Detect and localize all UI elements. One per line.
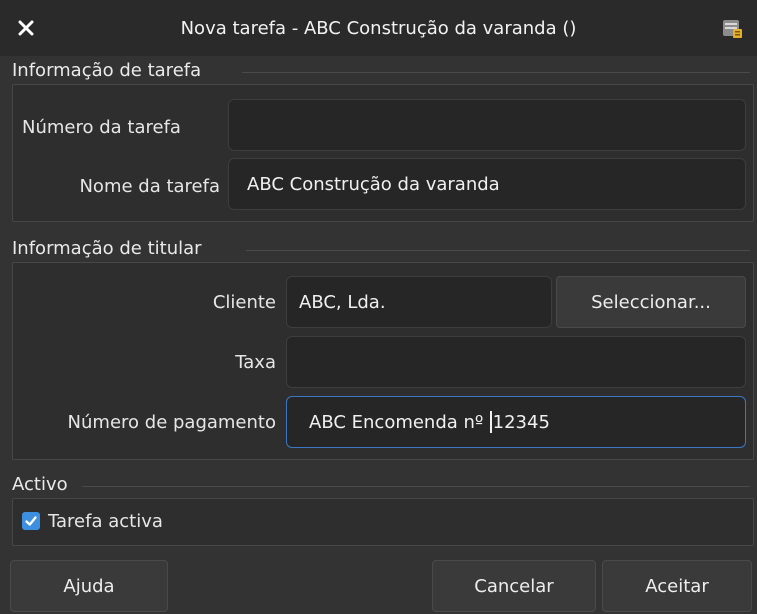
rate-label: Taxa — [235, 352, 276, 373]
task-name-field[interactable]: ABC Construção da varanda — [228, 158, 746, 210]
client-field[interactable]: ABC, Lda. — [286, 276, 552, 328]
task-info-divider — [242, 72, 750, 73]
rate-field[interactable] — [286, 336, 746, 388]
checkmark-icon — [25, 516, 37, 526]
close-icon — [18, 20, 34, 36]
payment-number-label: Número de pagamento — [67, 412, 276, 433]
task-number-field[interactable] — [228, 99, 746, 151]
owner-info-divider — [246, 250, 750, 251]
close-button[interactable] — [12, 14, 40, 42]
payment-number-text-before-caret: ABC Encomenda nº — [309, 411, 490, 433]
task-active-label[interactable]: Tarefa activa — [48, 511, 163, 532]
accept-button[interactable]: Aceitar — [602, 560, 752, 612]
owner-info-group-label: Informação de titular — [12, 238, 202, 259]
task-name-label: Nome da tarefa — [79, 176, 220, 197]
cancel-button[interactable]: Cancelar — [432, 560, 596, 612]
client-label: Cliente — [212, 292, 276, 313]
payment-number-field[interactable]: ABC Encomenda nº 12345 — [286, 396, 746, 448]
task-info-group-label: Informação de tarefa — [12, 60, 202, 81]
text-caret — [490, 411, 492, 433]
app-icon — [723, 20, 742, 38]
task-number-label: Número da tarefa — [22, 117, 181, 138]
payment-number-text-after-caret: 12345 — [492, 411, 550, 433]
dialog-window: Nova tarefa - ABC Construção da varanda … — [0, 0, 757, 614]
window-title: Nova tarefa - ABC Construção da varanda … — [180, 17, 577, 39]
select-client-button[interactable]: Seleccionar... — [556, 276, 746, 328]
active-divider — [82, 486, 750, 487]
help-button[interactable]: Ajuda — [10, 560, 168, 612]
title-bar: Nova tarefa - ABC Construção da varanda … — [0, 0, 757, 56]
active-group-label: Activo — [12, 474, 68, 495]
task-active-checkbox[interactable] — [22, 512, 40, 530]
